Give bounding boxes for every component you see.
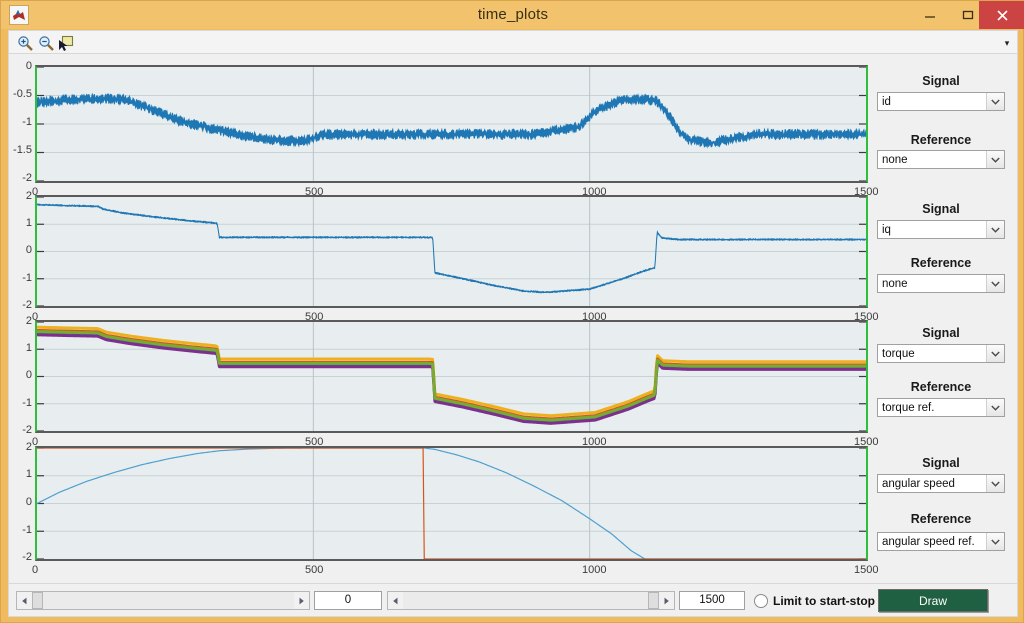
- signal-select-1-value: iq: [882, 223, 891, 236]
- signal-select-3[interactable]: angular speed: [877, 474, 1005, 493]
- signal-select-0[interactable]: id: [877, 92, 1005, 111]
- minimize-button[interactable]: [911, 1, 949, 29]
- ytick-2-1: 1: [25, 342, 32, 354]
- ytick-2-3: -1: [22, 397, 32, 409]
- plot-client-area: 0 -0.5 -1 -1.5 -2 0 500 1000 1500 2 1 0 …: [8, 54, 1018, 584]
- toolbar: ▾: [8, 30, 1018, 54]
- reference-label-0: Reference: [910, 133, 972, 147]
- reference-select-1[interactable]: none: [877, 274, 1005, 293]
- stop-scroll-thumb[interactable]: [648, 592, 659, 609]
- ytick-2-4: -2: [22, 424, 32, 436]
- ytick-3-1: 1: [25, 468, 32, 480]
- zoom-out-icon[interactable]: [36, 33, 56, 53]
- chevron-down-icon: [986, 533, 1004, 550]
- draw-button[interactable]: Draw: [878, 589, 988, 612]
- ytick-3-0: 2: [25, 441, 32, 453]
- reference-select-2[interactable]: torque ref.: [877, 398, 1005, 417]
- xtick-3-0: 0: [32, 564, 39, 576]
- application-window: time_plots ▾ 0 -0.5 -1 -1.5 -2 0 500 100…: [0, 0, 1024, 623]
- chevron-down-icon: [986, 275, 1004, 292]
- reference-select-0-value: none: [882, 153, 908, 166]
- reference-label-3: Reference: [910, 512, 972, 526]
- limit-to-start-stop-radio[interactable]: Limit to start-stop: [754, 592, 875, 610]
- reference-label-2: Reference: [910, 380, 972, 394]
- limit-to-start-stop-label: Limit to start-stop: [773, 594, 875, 608]
- signal-label-2: Signal: [922, 326, 960, 340]
- axes-torque[interactable]: [35, 320, 868, 433]
- zoom-in-icon[interactable]: [15, 33, 35, 53]
- reference-select-3[interactable]: angular speed ref.: [877, 532, 1005, 551]
- reference-select-1-value: none: [882, 277, 908, 290]
- chevron-down-icon: [986, 345, 1004, 362]
- axes-id[interactable]: [35, 65, 868, 183]
- start-scroll-right-arrow[interactable]: [294, 592, 309, 609]
- xtick-3-3: 1500: [854, 564, 879, 576]
- ytick-0-1: -0.5: [13, 88, 32, 100]
- xtick-3-1: 500: [305, 564, 324, 576]
- window-title: time_plots: [477, 6, 549, 23]
- signal-label-0: Signal: [922, 74, 960, 88]
- chevron-down-icon: [986, 399, 1004, 416]
- chevron-down-icon: [986, 151, 1004, 168]
- signal-select-1[interactable]: iq: [877, 220, 1005, 239]
- ytick-0-4: -2: [22, 172, 32, 184]
- xtick-3-2: 1000: [582, 564, 607, 576]
- toolbar-overflow-icon[interactable]: ▾: [1001, 36, 1013, 50]
- ytick-0-0: 0: [25, 60, 32, 72]
- ytick-3-3: -1: [22, 524, 32, 536]
- ytick-0-3: -1.5: [13, 144, 32, 156]
- reference-select-2-value: torque ref.: [882, 401, 935, 414]
- signal-select-2-value: torque: [882, 347, 915, 360]
- chevron-down-icon: [986, 93, 1004, 110]
- start-scroll-left-arrow[interactable]: [17, 592, 32, 609]
- signal-select-2[interactable]: torque: [877, 344, 1005, 363]
- axes-iq[interactable]: [35, 195, 868, 308]
- ytick-2-2: 0: [25, 369, 32, 381]
- chevron-down-icon: [986, 221, 1004, 238]
- pan-fit-icon[interactable]: [55, 33, 75, 53]
- stop-value-input[interactable]: 1500: [679, 591, 745, 610]
- start-scroll-track[interactable]: [32, 592, 294, 609]
- draw-button-label: Draw: [918, 593, 947, 608]
- ytick-1-0: 2: [25, 190, 32, 202]
- signal-select-3-value: angular speed: [882, 477, 955, 490]
- ytick-1-2: 0: [25, 244, 32, 256]
- signal-select-0-value: id: [882, 95, 891, 108]
- reference-select-3-value: angular speed ref.: [882, 535, 975, 548]
- stop-scrollbar[interactable]: [387, 591, 675, 610]
- ytick-3-4: -2: [22, 551, 32, 563]
- start-scrollbar[interactable]: [16, 591, 310, 610]
- ytick-3-2: 0: [25, 496, 32, 508]
- stop-scroll-track[interactable]: [403, 592, 659, 609]
- reference-label-1: Reference: [910, 256, 972, 270]
- ytick-1-1: 1: [25, 217, 32, 229]
- start-scroll-thumb[interactable]: [32, 592, 43, 609]
- ytick-1-4: -2: [22, 299, 32, 311]
- ytick-2-0: 2: [25, 315, 32, 327]
- start-value-input[interactable]: 0: [314, 591, 382, 610]
- radio-icon[interactable]: [754, 594, 768, 608]
- stop-scroll-left-arrow[interactable]: [388, 592, 403, 609]
- close-button[interactable]: [979, 1, 1024, 29]
- signal-label-1: Signal: [922, 202, 960, 216]
- bottom-bar: 0 1500 Limit to start-stop Draw: [8, 584, 1018, 617]
- chevron-down-icon: [986, 475, 1004, 492]
- signal-label-3: Signal: [922, 456, 960, 470]
- reference-select-0[interactable]: none: [877, 150, 1005, 169]
- stop-scroll-right-arrow[interactable]: [659, 592, 674, 609]
- ytick-0-2: -1: [22, 116, 32, 128]
- ytick-1-3: -1: [22, 272, 32, 284]
- axes-angular-speed[interactable]: [35, 446, 868, 561]
- title-bar: time_plots: [1, 1, 1024, 29]
